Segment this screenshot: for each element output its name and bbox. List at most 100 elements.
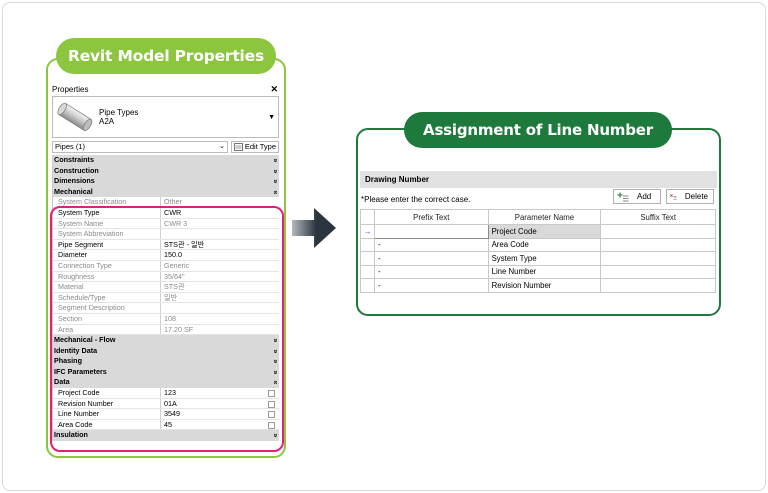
property-value[interactable]: Other — [161, 197, 279, 207]
suffix-cell[interactable] — [600, 224, 716, 239]
property-name: Connection Type — [53, 260, 161, 271]
property-row[interactable]: Area Code 45 — [53, 419, 279, 431]
property-row[interactable]: System Classification Other — [53, 197, 279, 208]
property-group-header[interactable]: Constraints » — [53, 155, 279, 166]
prefix-cell[interactable]: - — [373, 278, 489, 293]
property-group-header[interactable]: Mechanical « — [53, 186, 280, 198]
property-row[interactable]: Revision Number 01A — [53, 398, 279, 410]
property-value[interactable]: CWR 3 — [161, 219, 279, 229]
collapse-icon[interactable]: « — [269, 381, 280, 385]
property-row[interactable]: Section 108 — [53, 313, 279, 325]
property-value[interactable]: 123 — [161, 388, 279, 398]
property-group-header[interactable]: Insulation » — [53, 430, 280, 442]
type-family: Pipe Types — [99, 108, 139, 117]
expand-icon[interactable]: » — [269, 370, 280, 374]
table-row[interactable]: - System Type — [360, 251, 716, 266]
property-group-header[interactable]: Identity Data » — [53, 345, 280, 357]
property-value[interactable]: 45 — [161, 420, 279, 430]
property-value[interactable]: 108 — [161, 314, 279, 324]
property-group-header[interactable]: Construction » — [53, 165, 280, 177]
expand-icon[interactable]: » — [269, 180, 280, 184]
parameter-checkbox[interactable] — [268, 421, 275, 429]
prefix-cell[interactable]: - — [373, 264, 489, 279]
parameter-checkbox[interactable] — [268, 400, 275, 408]
type-selector[interactable]: Pipe Types A2A ▼ — [52, 96, 279, 138]
property-name: Area — [53, 324, 161, 335]
instance-filter-value: Pipes (1) — [55, 142, 86, 151]
expand-icon[interactable]: » — [269, 434, 280, 438]
group-label: Identity Data — [54, 345, 98, 355]
property-group-header[interactable]: Dimensions » — [53, 176, 279, 187]
property-value[interactable]: 일반 — [161, 293, 279, 303]
property-row[interactable]: System Abbreviation — [53, 229, 279, 240]
property-value[interactable]: Generic — [161, 261, 279, 271]
close-icon[interactable]: ✕ — [270, 84, 278, 95]
group-label: IFC Parameters — [54, 366, 107, 376]
edit-type-label: Edit Type — [244, 142, 276, 151]
property-value[interactable] — [161, 229, 279, 239]
parameter-cell[interactable]: Line Number — [487, 264, 602, 279]
line-number-table: Prefix Text Parameter Name Suffix Text →… — [360, 209, 716, 293]
collapse-icon[interactable]: « — [269, 190, 280, 194]
property-value[interactable]: 3549 — [161, 409, 279, 419]
expand-icon[interactable]: » — [269, 158, 280, 162]
property-row[interactable]: Area 17.20 SF — [53, 324, 279, 336]
property-value[interactable]: STS관 — [161, 282, 279, 292]
property-value[interactable]: STS관 - 일반 — [161, 240, 279, 250]
suffix-cell[interactable] — [600, 264, 716, 279]
suffix-cell[interactable] — [600, 251, 716, 266]
property-value[interactable]: CWR — [161, 208, 279, 218]
property-value[interactable]: 150.0 — [161, 250, 279, 260]
add-button[interactable]: Add — [613, 189, 661, 204]
property-row[interactable]: Connection Type Generic — [53, 260, 279, 272]
delete-button[interactable]: Delete — [666, 189, 714, 204]
parameter-checkbox[interactable] — [268, 411, 275, 419]
property-value[interactable]: 01A — [161, 399, 279, 409]
property-row[interactable]: Segment Description — [53, 303, 279, 314]
property-group-header[interactable]: Mechanical - Flow » — [53, 335, 279, 346]
property-row[interactable]: Material STS관 — [53, 282, 279, 293]
property-value[interactable]: 17.20 SF — [161, 325, 279, 335]
parameter-cell[interactable]: Area Code — [487, 237, 602, 252]
table-row[interactable]: - Area Code — [360, 237, 716, 252]
property-row[interactable]: Schedule/Type 일반 — [53, 292, 279, 304]
table-row[interactable]: → Project Code — [360, 224, 716, 239]
prefix-cell[interactable]: - — [373, 251, 489, 266]
add-row-icon — [617, 192, 629, 201]
expand-icon[interactable]: » — [269, 338, 280, 342]
property-row[interactable]: Diameter 150.0 — [53, 250, 279, 261]
property-name: Diameter — [53, 250, 161, 260]
parameter-cell[interactable]: Revision Number — [487, 278, 602, 293]
property-row[interactable]: Pipe Segment STS관 - 일반 — [53, 239, 279, 251]
property-group-header[interactable]: IFC Parameters » — [53, 366, 280, 378]
prefix-cell[interactable] — [373, 224, 489, 239]
property-group-header[interactable]: Phasing » — [53, 356, 279, 367]
caret-down-icon[interactable]: ▼ — [268, 114, 275, 121]
property-group-header[interactable]: Data « — [53, 377, 280, 389]
add-label: Add — [637, 192, 652, 201]
edit-type-icon — [233, 143, 243, 151]
property-row[interactable]: Roughness 35/64" — [53, 271, 279, 283]
parameter-cell[interactable]: Project Code — [487, 224, 602, 239]
prefix-cell[interactable]: - — [373, 237, 489, 252]
expand-icon[interactable]: » — [269, 169, 280, 173]
group-label: Constraints — [54, 155, 94, 164]
group-label: Mechanical — [54, 186, 93, 196]
parameter-checkbox[interactable] — [268, 390, 275, 398]
suffix-cell[interactable] — [600, 237, 716, 252]
property-row[interactable]: Project Code 123 — [53, 388, 279, 399]
table-row[interactable]: - Revision Number — [360, 278, 716, 293]
parameter-cell[interactable]: System Type — [487, 251, 602, 266]
edit-type-button[interactable]: Edit Type — [230, 141, 279, 153]
property-name: Section — [53, 313, 161, 324]
expand-icon[interactable]: » — [269, 360, 280, 364]
property-value[interactable] — [161, 303, 279, 313]
table-row[interactable]: - Line Number — [360, 264, 716, 279]
property-row[interactable]: System Name CWR 3 — [53, 218, 279, 230]
property-row[interactable]: Line Number 3549 — [53, 409, 279, 420]
property-value[interactable]: 35/64" — [161, 272, 279, 282]
instance-filter-dropdown[interactable]: Pipes (1) ⌄ — [52, 141, 228, 153]
property-row[interactable]: System Type CWR — [53, 207, 279, 219]
expand-icon[interactable]: » — [269, 349, 280, 353]
suffix-cell[interactable] — [600, 278, 716, 293]
